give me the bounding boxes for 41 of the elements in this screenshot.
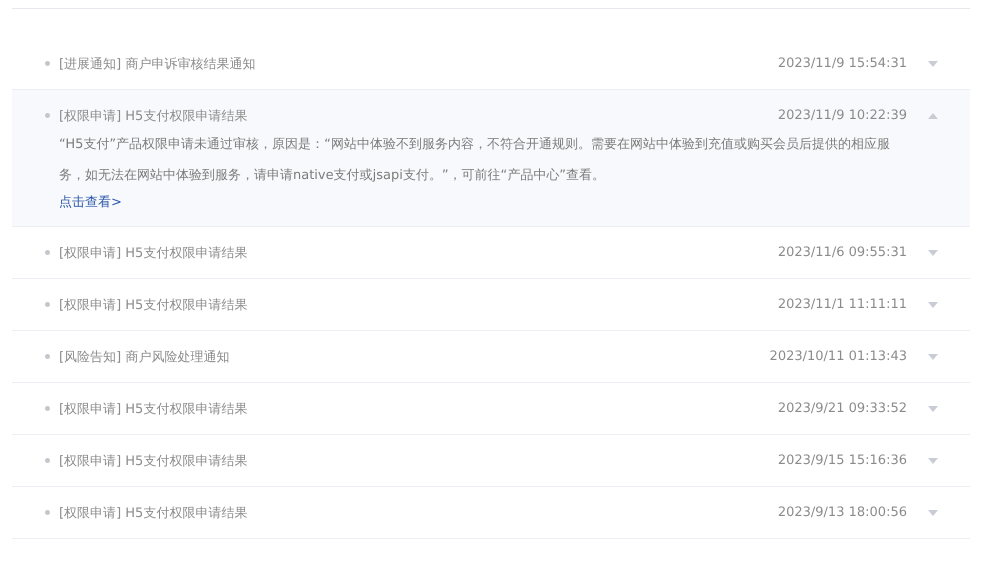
caret-down-icon[interactable] [928,250,938,256]
message-title: [进展通知] 商户申诉审核结果通知 [59,56,256,72]
message-time: 2023/9/15 15:16:36 [778,453,907,468]
bullet-icon [45,302,50,307]
bullet-icon [45,510,50,515]
message-row[interactable]: [风险告知] 商户风险处理通知 2023/10/11 01:13:43 [12,331,970,383]
caret-up-icon[interactable] [928,112,938,118]
caret-down-icon[interactable] [928,60,938,66]
caret-down-icon[interactable] [928,406,938,412]
bullet-icon [45,406,50,411]
message-row[interactable]: [权限申请] H5支付权限申请结果 2023/11/1 11:11:11 [12,279,970,331]
message-time: 2023/11/9 15:54:31 [778,56,907,71]
message-time: 2023/11/1 11:11:11 [778,297,907,312]
bullet-icon [45,250,50,255]
message-title: [风险告知] 商户风险处理通知 [59,348,230,366]
message-title: [权限申请] H5支付权限申请结果 [59,400,248,418]
message-time: 2023/10/11 01:13:43 [770,349,907,364]
message-time: 2023/11/9 10:22:39 [778,108,907,123]
message-time: 2023/11/6 09:55:31 [778,245,907,260]
message-title: [权限申请] H5支付权限申请结果 [59,108,248,124]
message-title: [权限申请] H5支付权限申请结果 [59,296,248,314]
caret-down-icon[interactable] [928,302,938,308]
message-title: [权限申请] H5支付权限申请结果 [59,504,248,522]
view-link[interactable]: 点击查看> [59,193,122,211]
message-row[interactable]: [权限申请] H5支付权限申请结果 2023/9/13 18:00:56 [12,487,970,539]
message-row[interactable]: [权限申请] H5支付权限申请结果 2023/9/21 09:33:52 [12,383,970,435]
bullet-icon [45,61,50,66]
caret-down-icon[interactable] [928,354,938,360]
bullet-icon [45,354,50,359]
message-body: “H5支付”产品权限申请未通过审核，原因是：“网站中体验不到服务内容，不符合开通规则。需要在网站中体验到充值或购买会员后提供的相应服务，如无法在网站中体验到服务，请申请native支付或jsapi支付。”，可前往“产品中心”查看。 [59,136,891,185]
caret-down-icon[interactable] [928,458,938,464]
bullet-icon [45,113,50,118]
message-time: 2023/9/21 09:33:52 [778,401,907,416]
message-row[interactable]: [权限申请] H5支付权限申请结果 2023/11/9 10:22:39 “H5支付”产品权限申请未通过审核，原因是：“网站中体验不到服务内容，不符合开通规则。需要在网站中体验到充值或购买会员后提供的相应服务，如无法在网站中体验到服务，请申请native支付或jsapi支付。”，可前往“产品中心”查看。 点击查看> [12,90,970,227]
message-title: [权限申请] H5支付权限申请结果 [59,452,248,470]
message-row[interactable]: [权限申请] H5支付权限申请结果 2023/11/6 09:55:31 [12,227,970,279]
message-title: [权限申请] H5支付权限申请结果 [59,244,248,262]
bullet-icon [45,458,50,463]
message-row[interactable]: [权限申请] H5支付权限申请结果 2023/9/15 15:16:36 [12,435,970,487]
caret-down-icon[interactable] [928,510,938,516]
message-time: 2023/9/13 18:00:56 [778,505,907,520]
